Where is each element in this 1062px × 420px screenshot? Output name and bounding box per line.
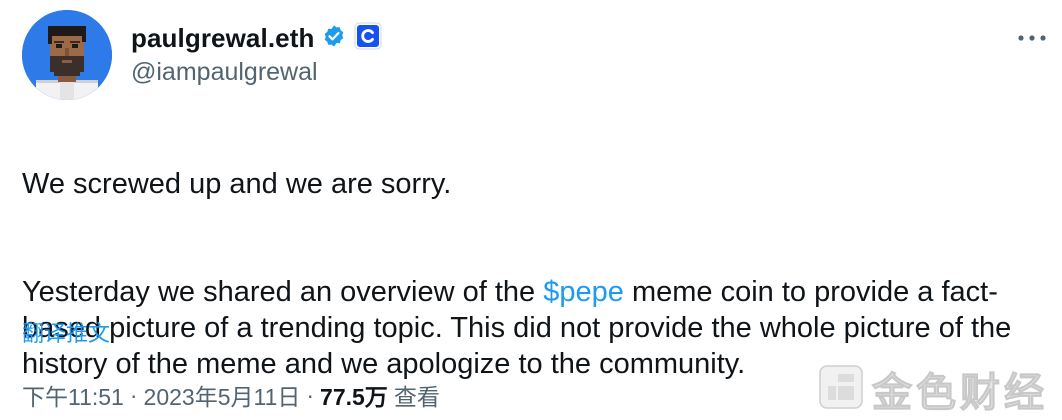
author-name-row: paulgrewal.eth (131, 20, 382, 56)
verified-badge-icon[interactable] (322, 24, 346, 53)
views-count: 77.5万 (320, 384, 388, 410)
jinse-logo-icon (818, 364, 864, 415)
tweet-date[interactable]: 2023年5月11日 (144, 378, 301, 412)
tweet-meta: 下午11:51 · 2023年5月11日 · 77.5万 查看 (22, 378, 440, 412)
avatar[interactable] (22, 10, 112, 100)
author-display-name[interactable]: paulgrewal.eth (131, 23, 314, 54)
tweet-card: paulgrewal.eth @iampaulgrewal We screwed… (0, 0, 1062, 420)
views-label: 查看 (393, 384, 440, 410)
meta-separator: · (129, 381, 138, 408)
author-handle[interactable]: @iampaulgrewal (131, 58, 318, 87)
watermark-text: 金色财经 (872, 371, 1048, 416)
meta-separator: · (306, 381, 315, 408)
tweet-paragraph-1: We screwed up and we are sorry. (22, 168, 452, 200)
pixel-art-avatar-icon (22, 10, 112, 100)
more-options-icon[interactable] (1016, 30, 1048, 46)
translate-tweet-link[interactable]: 翻译推文 (22, 316, 110, 348)
tweet-text-segment: Yesterday we shared an overview of the (22, 276, 544, 308)
tweet-time[interactable]: 下午11:51 (22, 378, 124, 412)
cashtag-link[interactable]: $pepe (543, 276, 624, 308)
coinbase-logo-icon[interactable] (354, 22, 382, 55)
watermark: 金色财经 (818, 360, 1048, 418)
